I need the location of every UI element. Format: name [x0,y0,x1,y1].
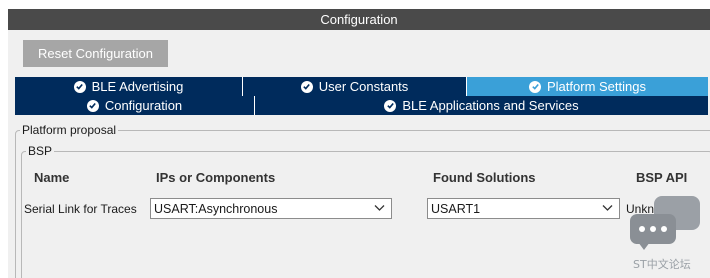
tab-label: BLE Advertising [91,79,184,94]
column-header-name: Name [34,170,70,185]
chat-bubble-icon [630,214,676,244]
tab-configuration[interactable]: Configuration [15,96,255,115]
chevron-down-icon [602,205,613,211]
bsp-row-name: Serial Link for Traces [24,202,137,216]
check-icon [86,99,99,112]
tab-platform-settings[interactable]: Platform Settings [467,77,708,96]
check-icon [73,80,86,93]
chevron-down-icon [374,205,385,211]
check-icon [384,99,397,112]
window-title: Configuration [320,12,398,27]
tab-user-constants[interactable]: User Constants [243,77,467,96]
ip-component-select[interactable]: USART:Asynchronous [150,198,392,219]
tab-label: Platform Settings [547,79,646,94]
tab-label: BLE Applications and Services [402,98,579,113]
tab-label: User Constants [318,79,409,94]
found-solution-select[interactable]: USART1 [427,198,620,219]
ip-component-value: USART:Asynchronous [154,201,278,216]
chat-bubble-tail [638,242,650,250]
column-header-ips-or-components: IPs or Components [156,170,276,185]
check-icon [300,80,313,93]
check-icon [529,80,541,93]
tab-ble-applications-and-services[interactable]: BLE Applications and Services [255,96,708,115]
found-solution-value: USART1 [431,201,481,216]
reset-configuration-button[interactable]: Reset Configuration [23,40,168,67]
tab-ble-advertising[interactable]: BLE Advertising [15,77,243,96]
watermark-text: ST中文论坛 [633,258,691,271]
platform-proposal-legend: Platform proposal [20,123,119,137]
column-header-bsp-api: BSP API [636,170,688,185]
column-header-found-solutions: Found Solutions [433,170,536,185]
tab-label: Configuration [104,98,183,113]
forum-watermark: ST中文论坛 [630,196,706,274]
configuration-title-bar: Configuration [8,9,710,30]
bsp-legend: BSP [26,144,55,158]
